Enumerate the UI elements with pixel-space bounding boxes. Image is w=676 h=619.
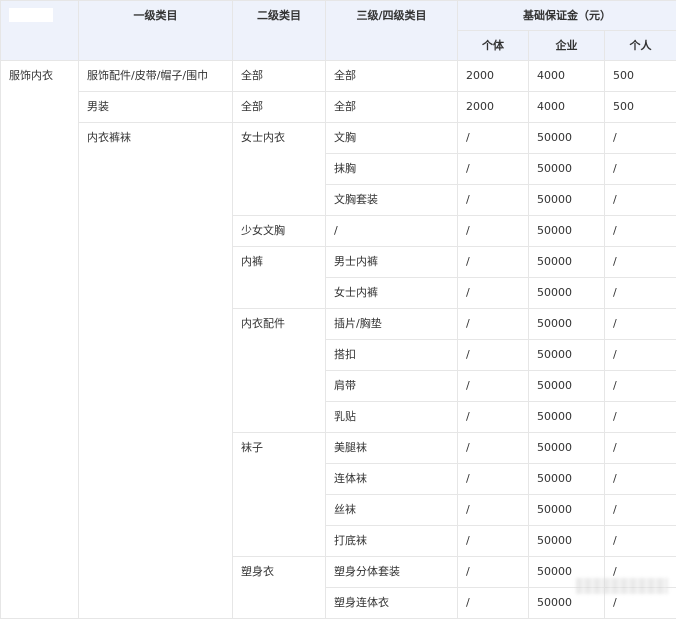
enterprise-cell: 50000	[529, 464, 605, 495]
table-header: 一级类目 二级类目 三级/四级类目 基础保证金（元） 个体 企业 个人	[1, 1, 676, 61]
level1-cell: 男装	[79, 92, 233, 123]
personal-cell: /	[605, 216, 676, 247]
header-individual: 个体	[458, 31, 529, 61]
level2-cell: 女士内衣	[233, 123, 326, 216]
header-enterprise: 企业	[529, 31, 605, 61]
personal-cell: 500	[605, 61, 676, 92]
individual-cell: /	[458, 464, 529, 495]
level34-cell: 文胸套装	[326, 185, 458, 216]
level2-cell: 袜子	[233, 433, 326, 557]
level34-cell: 连体袜	[326, 464, 458, 495]
personal-cell: /	[605, 402, 676, 433]
table-row: 男装全部全部20004000500	[1, 92, 676, 123]
personal-cell: /	[605, 278, 676, 309]
personal-cell: /	[605, 123, 676, 154]
header-corner	[1, 1, 79, 61]
level34-cell: 肩带	[326, 371, 458, 402]
individual-cell: /	[458, 278, 529, 309]
individual-cell: /	[458, 371, 529, 402]
enterprise-cell: 50000	[529, 123, 605, 154]
enterprise-cell: 4000	[529, 61, 605, 92]
level2-cell: 内衣配件	[233, 309, 326, 433]
individual-cell: 2000	[458, 61, 529, 92]
enterprise-cell: 50000	[529, 154, 605, 185]
level2-cell: 全部	[233, 92, 326, 123]
table-body: 服饰内衣服饰配件/皮带/帽子/围巾全部全部20004000500男装全部全部20…	[1, 61, 676, 619]
individual-cell: /	[458, 526, 529, 557]
level34-cell: 抹胸	[326, 154, 458, 185]
group-cell: 服饰内衣	[1, 61, 79, 619]
level34-cell: 乳贴	[326, 402, 458, 433]
enterprise-cell: 50000	[529, 526, 605, 557]
individual-cell: /	[458, 433, 529, 464]
personal-cell: /	[605, 371, 676, 402]
personal-cell: /	[605, 495, 676, 526]
individual-cell: /	[458, 402, 529, 433]
level34-cell: 美腿袜	[326, 433, 458, 464]
enterprise-cell: 50000	[529, 433, 605, 464]
level34-cell: 女士内裤	[326, 278, 458, 309]
personal-cell: /	[605, 464, 676, 495]
personal-cell: /	[605, 340, 676, 371]
personal-cell: /	[605, 526, 676, 557]
individual-cell: /	[458, 495, 529, 526]
level34-cell: 插片/胸垫	[326, 309, 458, 340]
level34-cell: 全部	[326, 92, 458, 123]
individual-cell: /	[458, 309, 529, 340]
level34-cell: 塑身分体套装	[326, 557, 458, 588]
level34-cell: 打底袜	[326, 526, 458, 557]
header-deposit: 基础保证金（元）	[458, 1, 676, 31]
header-row: 一级类目 二级类目 三级/四级类目 基础保证金（元）	[1, 1, 676, 31]
personal-cell: /	[605, 433, 676, 464]
individual-cell: /	[458, 340, 529, 371]
personal-cell: 500	[605, 92, 676, 123]
individual-cell: /	[458, 185, 529, 216]
level34-cell: 男士内裤	[326, 247, 458, 278]
individual-cell: 2000	[458, 92, 529, 123]
level34-cell: 搭扣	[326, 340, 458, 371]
level2-cell: 少女文胸	[233, 216, 326, 247]
personal-cell: /	[605, 309, 676, 340]
header-level34: 三级/四级类目	[326, 1, 458, 61]
deposit-table: 一级类目 二级类目 三级/四级类目 基础保证金（元） 个体 企业 个人 服饰内衣…	[0, 0, 676, 619]
corner-blank	[9, 8, 53, 22]
enterprise-cell: 50000	[529, 402, 605, 433]
personal-cell: /	[605, 154, 676, 185]
table-row: 服饰内衣服饰配件/皮带/帽子/围巾全部全部20004000500	[1, 61, 676, 92]
individual-cell: /	[458, 216, 529, 247]
individual-cell: /	[458, 154, 529, 185]
individual-cell: /	[458, 123, 529, 154]
level2-cell: 内裤	[233, 247, 326, 309]
level2-cell: 全部	[233, 61, 326, 92]
header-personal: 个人	[605, 31, 676, 61]
personal-cell: /	[605, 247, 676, 278]
level34-cell: /	[326, 216, 458, 247]
table-row: 内衣裤袜女士内衣文胸/50000/	[1, 123, 676, 154]
watermark	[576, 578, 668, 594]
enterprise-cell: 50000	[529, 495, 605, 526]
header-level2: 二级类目	[233, 1, 326, 61]
enterprise-cell: 50000	[529, 216, 605, 247]
level34-cell: 文胸	[326, 123, 458, 154]
enterprise-cell: 50000	[529, 340, 605, 371]
enterprise-cell: 4000	[529, 92, 605, 123]
level1-cell: 服饰配件/皮带/帽子/围巾	[79, 61, 233, 92]
enterprise-cell: 50000	[529, 309, 605, 340]
enterprise-cell: 50000	[529, 278, 605, 309]
level1-cell: 内衣裤袜	[79, 123, 233, 619]
enterprise-cell: 50000	[529, 185, 605, 216]
level34-cell: 丝袜	[326, 495, 458, 526]
enterprise-cell: 50000	[529, 247, 605, 278]
individual-cell: /	[458, 247, 529, 278]
enterprise-cell: 50000	[529, 371, 605, 402]
level34-cell: 全部	[326, 61, 458, 92]
level2-cell: 塑身衣	[233, 557, 326, 619]
personal-cell: /	[605, 185, 676, 216]
individual-cell: /	[458, 557, 529, 588]
header-level1: 一级类目	[79, 1, 233, 61]
